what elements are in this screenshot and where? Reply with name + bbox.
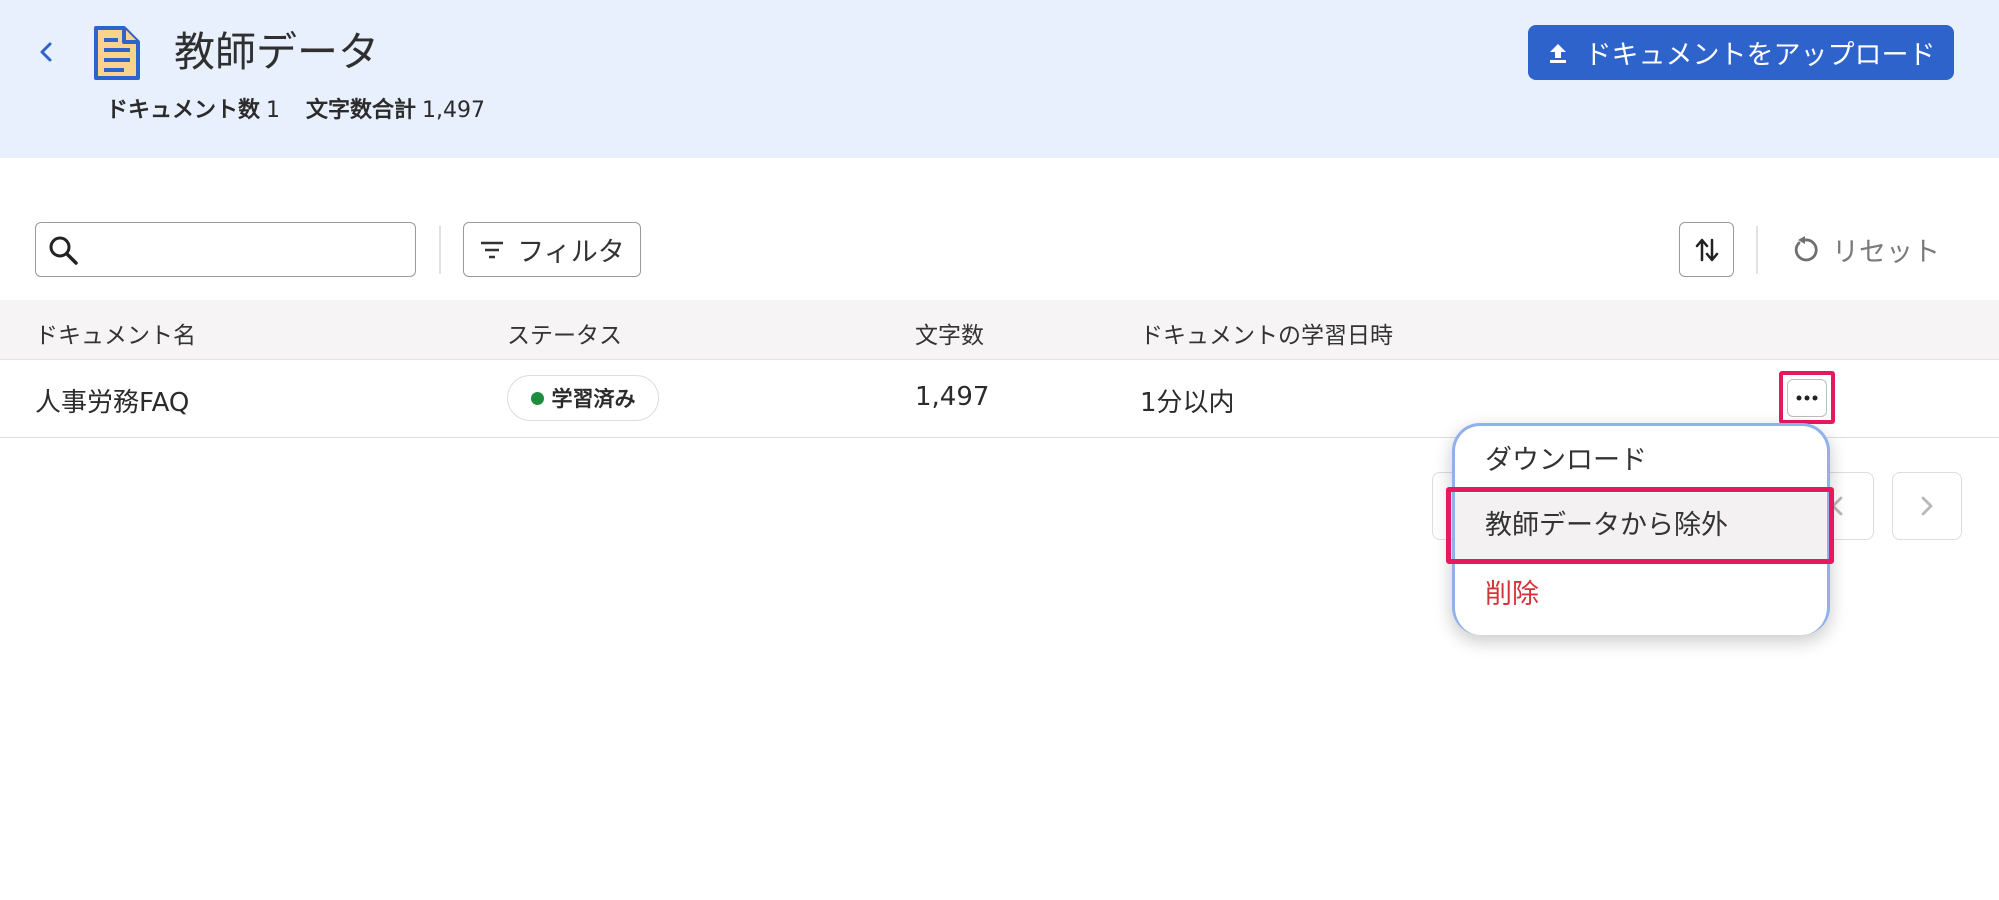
- reset-button-label: リセット: [1832, 237, 1940, 268]
- table-header: ドキュメント名 ステータス 文字数 ドキュメントの学習日時: [0, 300, 1999, 360]
- doc-count-value: 1: [266, 98, 281, 123]
- search-box[interactable]: [35, 222, 416, 277]
- reset-button[interactable]: リセット: [1790, 222, 1960, 277]
- upload-button-label: ドキュメントをアップロード: [1584, 40, 1936, 71]
- pagination-next-button[interactable]: [1892, 472, 1962, 540]
- filter-icon: [481, 241, 504, 258]
- chevron-right-icon: [1921, 496, 1933, 516]
- sort-button[interactable]: [1679, 222, 1734, 277]
- upload-icon: [1549, 43, 1566, 63]
- column-header-chars[interactable]: 文字数: [915, 316, 984, 350]
- sort-arrows-icon: [1695, 238, 1718, 261]
- status-badge: 学習済み: [507, 375, 659, 421]
- back-button[interactable]: [30, 34, 62, 70]
- upload-document-button[interactable]: ドキュメントをアップロード: [1528, 25, 1954, 80]
- column-header-name[interactable]: ドキュメント名: [35, 316, 196, 350]
- search-icon: [48, 235, 80, 271]
- chevron-left-icon: [40, 42, 52, 62]
- char-total-value: 1,497: [422, 98, 486, 123]
- column-header-learned-at[interactable]: ドキュメントの学習日時: [1140, 316, 1393, 350]
- status-dot-icon: [530, 391, 544, 405]
- status-label: 学習済み: [551, 387, 636, 411]
- document-icon: [94, 26, 140, 80]
- reset-icon: [1794, 235, 1818, 261]
- filter-button[interactable]: フィルタ: [463, 222, 641, 277]
- char-count-cell: 1,497: [915, 382, 990, 412]
- menu-item-download[interactable]: ダウンロード: [1455, 428, 1827, 494]
- learned-at-cell: 1分以内: [1140, 388, 1235, 418]
- toolbar-divider: [439, 226, 441, 274]
- page-header: 教師データ ドキュメント数 1 文字数合計 1,497 ドキュメントをアップロード: [0, 0, 1999, 158]
- document-name-cell[interactable]: 人事労務FAQ: [35, 382, 189, 419]
- page-title: 教師データ: [174, 28, 379, 76]
- doc-count-label: ドキュメント数: [106, 98, 261, 123]
- filter-button-label: フィルタ: [517, 237, 625, 268]
- row-actions-menu: ダウンロード 教師データから除外 削除: [1452, 423, 1830, 635]
- search-input[interactable]: [92, 231, 404, 269]
- menu-item-delete[interactable]: 削除: [1455, 562, 1827, 628]
- column-header-status[interactable]: ステータス: [507, 316, 622, 350]
- chevron-left-icon: [1831, 496, 1843, 516]
- toolbar-divider-right: [1756, 226, 1758, 274]
- menu-item-exclude[interactable]: 教師データから除外: [1455, 493, 1827, 559]
- document-summary: ドキュメント数 1 文字数合計 1,497: [106, 96, 485, 126]
- row-more-actions-button[interactable]: [1779, 371, 1835, 424]
- more-actions-inner: [1787, 378, 1827, 417]
- char-total-label: 文字数合計: [306, 98, 417, 123]
- more-horizontal-icon: [1796, 395, 1818, 400]
